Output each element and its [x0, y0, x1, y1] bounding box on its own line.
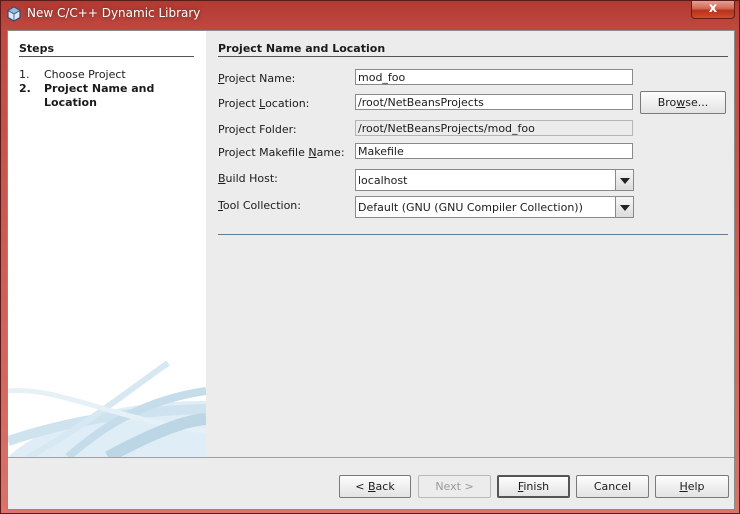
- tool-collection-select[interactable]: Default (GNU (GNU Compiler Collection)): [355, 196, 634, 218]
- netbeans-swoosh-graphic: [8, 361, 206, 457]
- project-location-label: Project Location:: [218, 97, 310, 110]
- project-folder-field: /root/NetBeansProjects/mod_foo: [355, 120, 633, 136]
- tool-collection-label: Tool Collection:: [218, 199, 301, 212]
- project-name-input[interactable]: mod_foo: [355, 69, 633, 85]
- window-title: New C/C++ Dynamic Library: [27, 6, 201, 20]
- close-button[interactable]: x: [691, 1, 735, 19]
- steps-divider: [19, 56, 194, 57]
- chevron-down-icon[interactable]: [615, 197, 633, 217]
- help-button[interactable]: Help: [655, 475, 729, 498]
- steps-heading: Steps: [19, 42, 55, 55]
- makefile-name-input[interactable]: Makefile: [355, 143, 633, 159]
- step-number: 1.: [19, 68, 30, 81]
- steps-panel: Steps 1. Choose Project 2. Project Name …: [8, 31, 206, 457]
- dialog-window: New C/C++ Dynamic Library x Steps 1. Cho…: [0, 0, 740, 514]
- finish-button[interactable]: Finish: [497, 475, 570, 498]
- close-icon: x: [708, 1, 718, 16]
- content-panel: Project Name and Location Project Name: …: [206, 31, 734, 457]
- build-host-label: Build Host:: [218, 172, 278, 185]
- build-host-value: localhost: [358, 174, 408, 187]
- chevron-down-icon[interactable]: [615, 170, 633, 190]
- button-bar: < Back Next > Finish Cancel Help: [8, 458, 734, 509]
- dialog-client-area: Steps 1. Choose Project 2. Project Name …: [7, 30, 735, 510]
- title-divider: [218, 56, 728, 57]
- project-name-label: Project Name:: [218, 72, 296, 85]
- project-location-input[interactable]: /root/NetBeansProjects: [355, 94, 633, 110]
- tool-collection-value: Default (GNU (GNU Compiler Collection)): [358, 201, 583, 214]
- build-host-select[interactable]: localhost: [355, 169, 634, 191]
- browse-button[interactable]: Browse...: [640, 91, 726, 114]
- netbeans-app-icon: [7, 6, 21, 22]
- step-label: Project Name and Location: [44, 82, 155, 109]
- makefile-name-label: Project Makefile Name:: [218, 146, 345, 159]
- step-label: Choose Project: [44, 68, 126, 81]
- cancel-button[interactable]: Cancel: [576, 475, 649, 498]
- back-button[interactable]: < Back: [339, 475, 411, 498]
- next-button[interactable]: Next >: [418, 475, 491, 498]
- panel-title: Project Name and Location: [218, 42, 386, 55]
- step-number: 2.: [19, 82, 31, 95]
- project-folder-label: Project Folder:: [218, 123, 297, 136]
- form-separator: [218, 234, 728, 235]
- title-bar[interactable]: New C/C++ Dynamic Library x: [1, 1, 739, 27]
